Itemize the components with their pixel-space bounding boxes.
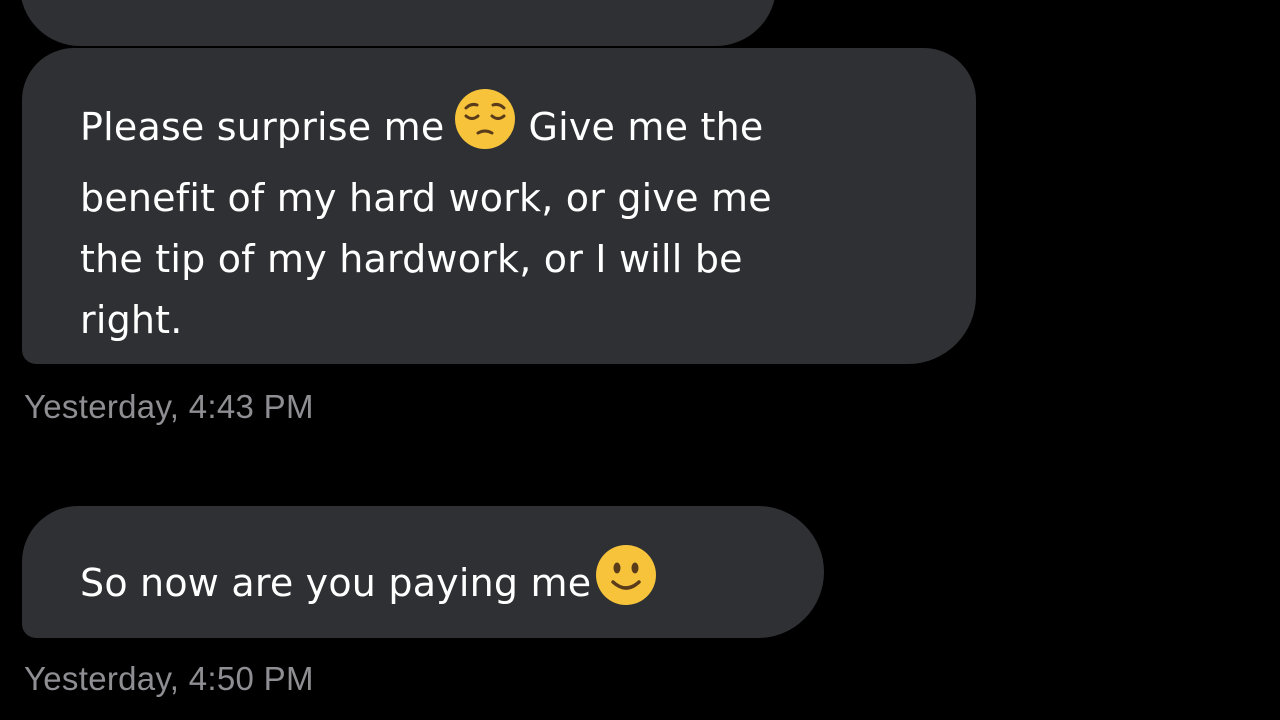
previous-message-bubble <box>20 0 776 46</box>
pensive-face-icon <box>454 88 516 168</box>
message-text: So now are you paying me <box>80 544 794 624</box>
slightly-smiling-face-icon <box>595 544 657 624</box>
message-bubble[interactable]: So now are you paying me <box>22 506 824 638</box>
message-bubble[interactable]: Please surprise me Give me the benefit o… <box>22 48 976 364</box>
message-timestamp: Yesterday, 4:50 PM <box>24 660 314 697</box>
message-timestamp: Yesterday, 4:43 PM <box>24 388 314 425</box>
message-text: Please surprise me Give me the benefit o… <box>80 88 946 351</box>
